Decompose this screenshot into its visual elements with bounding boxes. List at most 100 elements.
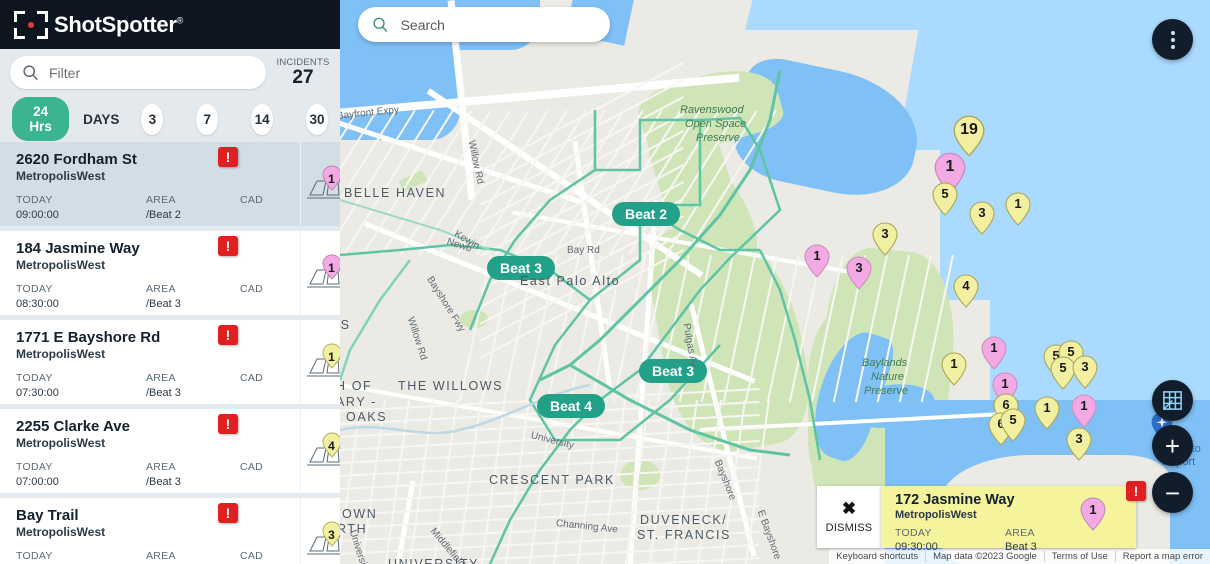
incident-map-thumbnail[interactable]: 1: [300, 142, 340, 226]
toast-area-value: Beat 3: [1005, 540, 1037, 553]
toast-area-label: AREA: [1005, 526, 1035, 539]
map-zoom-in-button[interactable]: +: [1152, 425, 1193, 466]
filter-input-wrapper[interactable]: [10, 56, 266, 89]
incident-card[interactable]: 2255 Clarke Ave MetropolisWest TODAY 07:00:…: [0, 409, 340, 493]
incident-time-value: 07:00:00: [16, 476, 59, 489]
minus-icon: −: [1164, 477, 1181, 508]
map-zoom-out-button[interactable]: −: [1152, 472, 1193, 513]
map-incident-pin[interactable]: 1: [1034, 396, 1060, 430]
filter-input[interactable]: [49, 64, 254, 81]
toast-body[interactable]: 172 Jasmine Way MetropolisWest TODAY 09:…: [881, 481, 1146, 553]
map-more-options-button[interactable]: [1152, 19, 1193, 60]
incident-time-value: 07:30:00: [16, 387, 59, 400]
incident-meta: TODAY 07:00:00 AREA/Beat 3 CAD: [16, 461, 300, 488]
incident-area-col: AREA/Beat 3: [146, 461, 240, 488]
map-incident-pin[interactable]: 1: [804, 244, 830, 278]
map-pin-count: 5: [1009, 412, 1017, 427]
incident-area-label: AREA: [146, 372, 176, 385]
map-incident-pin[interactable]: 3: [846, 256, 872, 290]
incident-meta: TODAY05:30:00AREA/Beat 3CAD: [16, 550, 300, 564]
incident-area-label: AREA: [146, 194, 176, 207]
toast-time-col: TODAY 09:30:00: [895, 527, 1005, 553]
map-incident-pin[interactable]: 4: [953, 274, 979, 308]
toast-dismiss-button[interactable]: ✖ DISMISS: [817, 486, 881, 548]
close-x-icon: ✖: [841, 499, 857, 518]
toast-dismiss-label: DISMISS: [825, 522, 873, 534]
map-incident-pin[interactable]: 19: [953, 115, 985, 157]
map-view[interactable]: Beat 2 Beat 3 Beat 3 Beat 4 Ravenswood Open …: [340, 0, 1210, 564]
incident-day-label: TODAY: [16, 194, 53, 207]
incident-info: Bay TrailMetropolisWest TODAY05:30:00AREA…: [0, 498, 300, 564]
incident-area-label: AREA: [146, 461, 176, 474]
range-3-days-button[interactable]: 3: [141, 103, 164, 135]
incident-map-thumbnail[interactable]: 1: [300, 320, 340, 404]
incident-cad-col: CAD: [240, 283, 300, 310]
incident-cad-col: CAD: [240, 550, 300, 564]
map-pin-count: 3: [1081, 359, 1089, 374]
incident-day-label: TODAY: [16, 550, 53, 563]
map-pin-count: 1: [945, 158, 955, 175]
map-incident-pin[interactable]: 5: [932, 182, 958, 216]
range-7-days-button[interactable]: 7: [196, 103, 219, 135]
map-incident-pin[interactable]: 3: [872, 222, 898, 256]
search-icon: [23, 65, 38, 81]
time-range-bar: 24 Hrs DAYS 3 7 14 30: [0, 96, 340, 142]
incident-area-col: AREA/Beat 3: [146, 372, 240, 399]
map-pin-count: 1: [1014, 196, 1022, 211]
range-24hrs-button[interactable]: 24 Hrs: [12, 97, 70, 141]
incident-meta: TODAY 09:00:00 AREA/Beat 2 CAD: [16, 194, 300, 221]
range-30-days-button[interactable]: 30: [306, 103, 328, 135]
map-incident-pin[interactable]: 1: [981, 336, 1007, 370]
incident-area-label: AREA: [146, 283, 176, 296]
map-layers-button[interactable]: [1152, 380, 1193, 421]
map-incident-pin[interactable]: 5: [1000, 408, 1026, 442]
incident-time-value: 09:00:00: [16, 209, 59, 222]
toast-day-label: TODAY: [895, 526, 932, 539]
incident-meta: TODAY 08:30:00 AREA/Beat 3 CAD: [16, 283, 300, 310]
incident-cad-col: CAD: [240, 461, 300, 488]
brand-trademark: ®: [176, 15, 184, 26]
incident-list[interactable]: 2620 Fordham St MetropolisWest TODAY 09:00:…: [0, 142, 340, 564]
map-incident-pin[interactable]: 1: [1005, 192, 1031, 226]
map-incident-pin[interactable]: 1: [941, 352, 967, 386]
incident-cad-label: CAD: [240, 194, 264, 207]
shotspotter-app: ShotSpotter® INCIDENTS 27 24 Hrs DAYS 3 …: [0, 0, 1210, 564]
map-incident-pin[interactable]: 1: [1071, 394, 1097, 428]
incidents-counter: INCIDENTS 27: [276, 57, 330, 88]
map-pin-count: 1: [1043, 400, 1051, 415]
map-incident-pin[interactable]: 3: [1072, 355, 1098, 389]
brand-name: ShotSpotter: [54, 11, 177, 37]
incident-address: 2620 Fordham St: [16, 151, 137, 168]
incident-cad-col: CAD: [240, 372, 300, 399]
incident-alert-badge: !: [218, 325, 238, 345]
incident-time-col: TODAY 09:00:00: [16, 194, 146, 221]
toast-alert-badge: !: [1126, 481, 1146, 501]
grid-layers-icon: [1163, 391, 1182, 410]
incident-alert-badge: !: [218, 236, 238, 256]
map-incident-pin[interactable]: 3: [969, 201, 995, 235]
incident-card[interactable]: 1771 E Bayshore Rd MetropolisWest TODAY 07:…: [0, 320, 340, 404]
incident-area-col: AREA/Beat 3: [146, 283, 240, 310]
incident-alert-badge: !: [218, 503, 238, 523]
incident-map-thumbnail[interactable]: 3: [300, 498, 340, 564]
brand-title: ShotSpotter®: [54, 12, 183, 38]
range-14-days-button[interactable]: 14: [251, 103, 274, 135]
incident-map-thumbnail[interactable]: 4: [300, 409, 340, 493]
incident-card[interactable]: 184 Jasmine Way MetropolisWest TODAY 08:30:…: [0, 231, 340, 315]
incident-area-col: AREA/Beat 2: [146, 194, 240, 221]
incident-address: Bay Trail: [16, 507, 79, 524]
logo-center-dot: [28, 21, 34, 28]
incident-area-value: /Beat 2: [146, 209, 181, 222]
map-search-input[interactable]: [400, 16, 596, 33]
incident-card[interactable]: Bay TrailMetropolisWest TODAY05:30:00AREA…: [0, 498, 340, 564]
incident-map-thumbnail[interactable]: 1: [300, 231, 340, 315]
incident-card[interactable]: 2620 Fordham St MetropolisWest TODAY 09:00:…: [0, 142, 340, 226]
toast-pin: 1: [1080, 497, 1106, 536]
map-pin-count: 4: [962, 278, 970, 293]
toast-time-value: 09:30:00: [895, 540, 938, 553]
incident-alert-badge: !: [218, 414, 238, 434]
map-incident-pin[interactable]: 3: [1066, 427, 1092, 461]
incident-time-col: TODAY 08:30:00: [16, 283, 146, 310]
map-search-box[interactable]: [358, 7, 610, 42]
incident-cad-label: CAD: [240, 283, 264, 296]
